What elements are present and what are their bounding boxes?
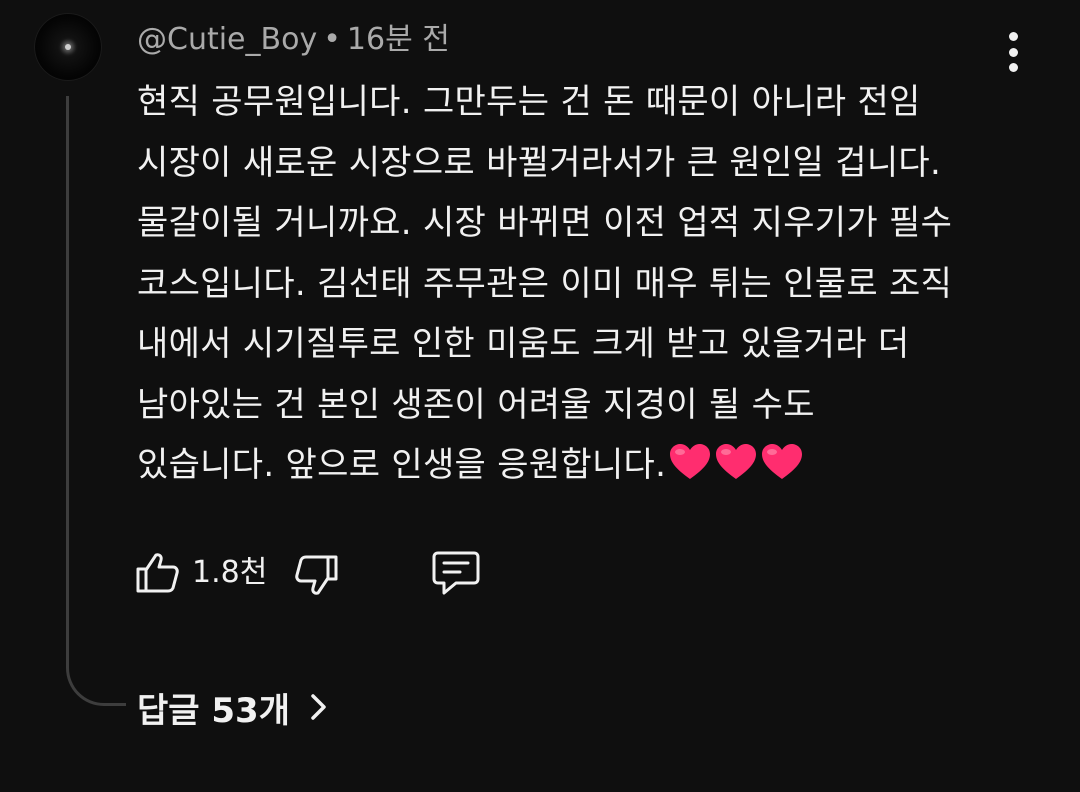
thumbs-down-icon <box>295 555 338 595</box>
avatar-image <box>65 44 71 50</box>
more-icon-dot <box>1008 63 1018 72</box>
heart-icon <box>668 442 712 482</box>
like-count: 1.8천 <box>192 555 268 590</box>
comment-line: 물갈이될 거니까요. 시장 바뀌면 이전 업적 지우기가 필수 <box>137 203 953 243</box>
more-icon-dot <box>1008 47 1018 57</box>
chevron-right-icon <box>311 694 326 720</box>
view-replies-button[interactable]: 답글 53개 <box>137 683 330 731</box>
timestamp: 16분 전 <box>346 22 450 57</box>
comment-text: 현직 공무원입니다. 그만두는 건 돈 때문이 아니라 전임 시장이 새로운 시… <box>137 72 1037 496</box>
meta-separator: • <box>323 22 341 57</box>
comment-header: @Cutie_Boy • 16분 전 <box>137 20 450 60</box>
heart-icon <box>714 442 758 482</box>
comment-line-text: 있습니다. 앞으로 인생을 응원합니다. <box>137 445 667 485</box>
heart-icon <box>760 442 804 482</box>
thumbs-up-icon <box>136 553 179 593</box>
more-icon-dot <box>1008 32 1018 41</box>
comment-line: 내에서 시기질투로 인한 미움도 크게 받고 있을거라 더 <box>137 324 910 364</box>
comment-line: 남아있는 건 본인 생존이 어려울 지경이 될 수도 <box>137 384 815 425</box>
comment-line: 코스입니다. 김선태 주무관은 이미 매우 튀는 인물로 조직 <box>137 263 953 304</box>
reply-button[interactable] <box>430 549 482 597</box>
comment-line-last: 있습니다. 앞으로 인생을 응원합니다. <box>137 435 1037 496</box>
dislike-button[interactable] <box>292 551 340 599</box>
comment-icon <box>432 551 480 595</box>
more-options-button[interactable] <box>996 28 1030 76</box>
author-name[interactable]: @Cutie_Boy <box>137 22 317 57</box>
comment-line: 시장이 새로운 시장으로 바뀔거라서가 큰 원인일 겁니다. <box>137 142 942 183</box>
comment-line: 현직 공무원입니다. 그만두는 건 돈 때문이 아니라 전임 <box>137 82 921 122</box>
avatar[interactable] <box>34 13 102 81</box>
replies-label: 답글 53개 <box>137 690 290 731</box>
thread-line <box>66 96 126 706</box>
comment-actions: 1.8천 <box>134 545 534 601</box>
like-button[interactable] <box>134 549 182 597</box>
